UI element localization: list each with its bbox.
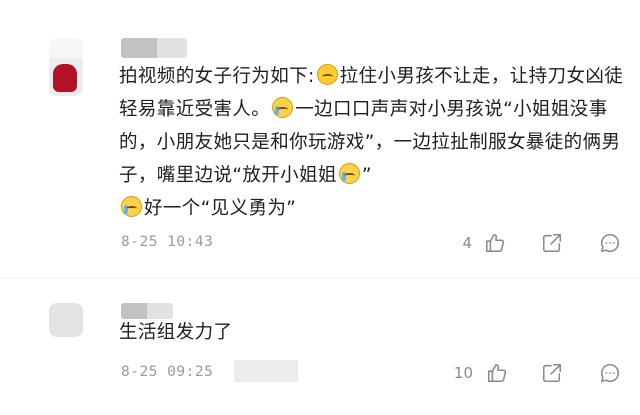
user-avatar[interactable] [49,38,83,96]
share-icon[interactable] [541,232,563,254]
crying-emoji-icon [338,163,360,184]
comment-timestamp: 8-25 09:25 [121,364,214,380]
comment-text-part: 好一个“见义勇为” [144,198,297,219]
share-icon[interactable] [541,362,563,384]
avatar-figure [53,64,77,92]
comment-text-part: 拍视频的女子行为如下: [119,66,315,87]
comment-bubble-icon[interactable] [599,232,621,254]
crying-emoji-icon [121,196,142,217]
redacted-region [234,360,298,382]
comment-text: 拍视频的女子行为如下: 拉住小男孩不让走，让持刀女凶徒轻易靠近受害人。 一边口口声声… [119,60,631,225]
comment-timestamp: 8-25 10:43 [121,234,214,250]
comment-text: 生活组发力了 [119,322,233,343]
like-count: 10 [453,364,473,382]
user-avatar[interactable] [49,303,83,337]
comment-divider [0,278,640,279]
thumbs-up-icon[interactable] [484,232,506,254]
comment-text-part: ” [361,165,372,186]
crying-emoji-icon [272,97,294,118]
comment-bubble-icon[interactable] [599,362,621,384]
avatar-background [49,38,83,58]
grimace-emoji-icon [316,64,338,85]
like-count: 4 [462,234,472,252]
thumbs-up-icon[interactable] [486,362,508,384]
username-redacted[interactable] [121,38,187,58]
